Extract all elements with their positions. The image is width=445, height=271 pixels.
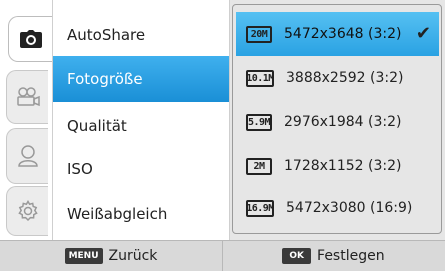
bottom-bar: MENU Zurück OK Festlegen: [0, 240, 445, 271]
option-label: 2976x1984 (3:2): [284, 114, 402, 130]
person-icon: [17, 144, 39, 168]
option-3888x2592[interactable]: 10.1M 3888x2592 (3:2): [236, 56, 439, 100]
settings-menu: AutoShare Fotogröße Qualität ISO Weißabg…: [52, 0, 230, 240]
menu-item-iso[interactable]: ISO: [53, 146, 229, 192]
resolution-20m-icon: 20M: [246, 25, 272, 43]
menu-item-label: Fotogröße: [67, 70, 143, 88]
menu-item-photo-size[interactable]: Fotogröße: [53, 56, 229, 102]
tab-user[interactable]: [6, 128, 48, 184]
option-5472x3648[interactable]: 20M 5472x3648 (3:2) ✔: [236, 12, 439, 56]
tab-camera[interactable]: [8, 16, 52, 62]
gear-icon: [17, 200, 39, 222]
option-1728x1152[interactable]: 2M 1728x1152 (3:2): [236, 144, 439, 188]
tab-settings[interactable]: [6, 186, 48, 236]
option-2976x1984[interactable]: 5.9M 2976x1984 (3:2): [236, 100, 439, 144]
menu-item-autoshare[interactable]: AutoShare: [53, 12, 229, 58]
back-button[interactable]: MENU Zurück: [0, 241, 222, 271]
menu-item-quality[interactable]: Qualität: [53, 103, 229, 149]
photo-size-options: 20M 5472x3648 (3:2) ✔ 10.1M 3888x2592 (3…: [230, 0, 445, 240]
tab-video[interactable]: [6, 70, 48, 124]
menu-item-label: Weißabgleich: [67, 205, 168, 223]
resolution-5-9m-icon: 5.9M: [246, 113, 272, 131]
set-button[interactable]: OK Festlegen: [222, 241, 444, 271]
menu-item-label: AutoShare: [67, 26, 146, 44]
mode-tabs: [0, 0, 52, 240]
option-label: 5472x3080 (16:9): [286, 200, 413, 216]
menu-item-label: Qualität: [67, 117, 127, 135]
option-label: 1728x1152 (3:2): [284, 158, 402, 174]
resolution-16-9m-icon: 16.9M: [246, 199, 274, 217]
checkmark-icon: ✔: [415, 23, 431, 44]
option-label: 5472x3648 (3:2): [284, 26, 402, 42]
video-camera-icon: [15, 87, 41, 107]
camera-settings-screen: AutoShare Fotogröße Qualität ISO Weißabg…: [0, 0, 445, 271]
option-5472x3080[interactable]: 16.9M 5472x3080 (16:9): [236, 186, 439, 230]
ok-key-icon: OK: [282, 248, 312, 264]
menu-item-label: ISO: [67, 160, 93, 178]
option-label: 3888x2592 (3:2): [286, 70, 404, 86]
menu-key-icon: MENU: [64, 248, 103, 264]
resolution-10m-icon: 10.1M: [246, 69, 274, 87]
menu-item-white-balance[interactable]: Weißabgleich: [53, 191, 229, 237]
resolution-2m-icon: 2M: [246, 157, 272, 175]
camera-icon: [19, 29, 43, 49]
set-label: Festlegen: [317, 248, 385, 264]
back-label: Zurück: [108, 248, 158, 264]
